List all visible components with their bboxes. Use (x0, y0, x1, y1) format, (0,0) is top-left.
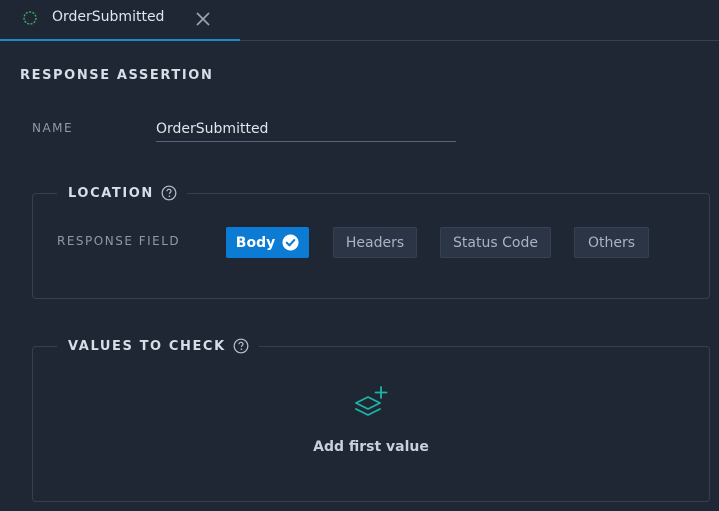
close-icon[interactable] (195, 11, 211, 27)
check-circle-icon (282, 234, 299, 251)
add-first-value-label: Add first value (313, 439, 429, 455)
location-legend-text: LOCATION (68, 185, 154, 201)
status-code-option-label: Status Code (453, 234, 538, 251)
help-icon[interactable] (161, 185, 177, 201)
body-option-button[interactable]: Body (226, 227, 309, 258)
tab-order-submitted[interactable]: OrderSubmitted (0, 0, 240, 41)
status-ring-icon (23, 11, 37, 25)
body-option-label: Body (235, 234, 276, 251)
values-legend: VALUES TO CHECK (57, 335, 259, 357)
response-assertion-editor: OrderSubmitted RESPONSE ASSERTION NAME L… (0, 0, 719, 511)
help-icon[interactable] (233, 338, 249, 354)
tab-bar: OrderSubmitted (0, 0, 719, 41)
tab-title: OrderSubmitted (52, 9, 165, 25)
location-legend: LOCATION (57, 182, 187, 204)
name-input[interactable] (156, 116, 456, 142)
others-option-label: Others (587, 234, 636, 251)
add-layers-icon (355, 386, 388, 416)
location-group: LOCATION RESPONSE FIELD Body Headers Sta… (32, 182, 710, 299)
values-legend-text: VALUES TO CHECK (68, 338, 226, 354)
others-option-button[interactable]: Others (574, 227, 649, 258)
headers-option-label: Headers (345, 234, 405, 251)
add-first-value-button[interactable]: Add first value (33, 381, 709, 469)
values-to-check-group: VALUES TO CHECK Add first value (32, 335, 710, 502)
response-field-label: RESPONSE FIELD (57, 234, 181, 248)
headers-option-button[interactable]: Headers (333, 227, 417, 258)
page-title: RESPONSE ASSERTION (20, 68, 214, 83)
name-label: NAME (32, 121, 74, 135)
status-code-option-button[interactable]: Status Code (440, 227, 551, 258)
